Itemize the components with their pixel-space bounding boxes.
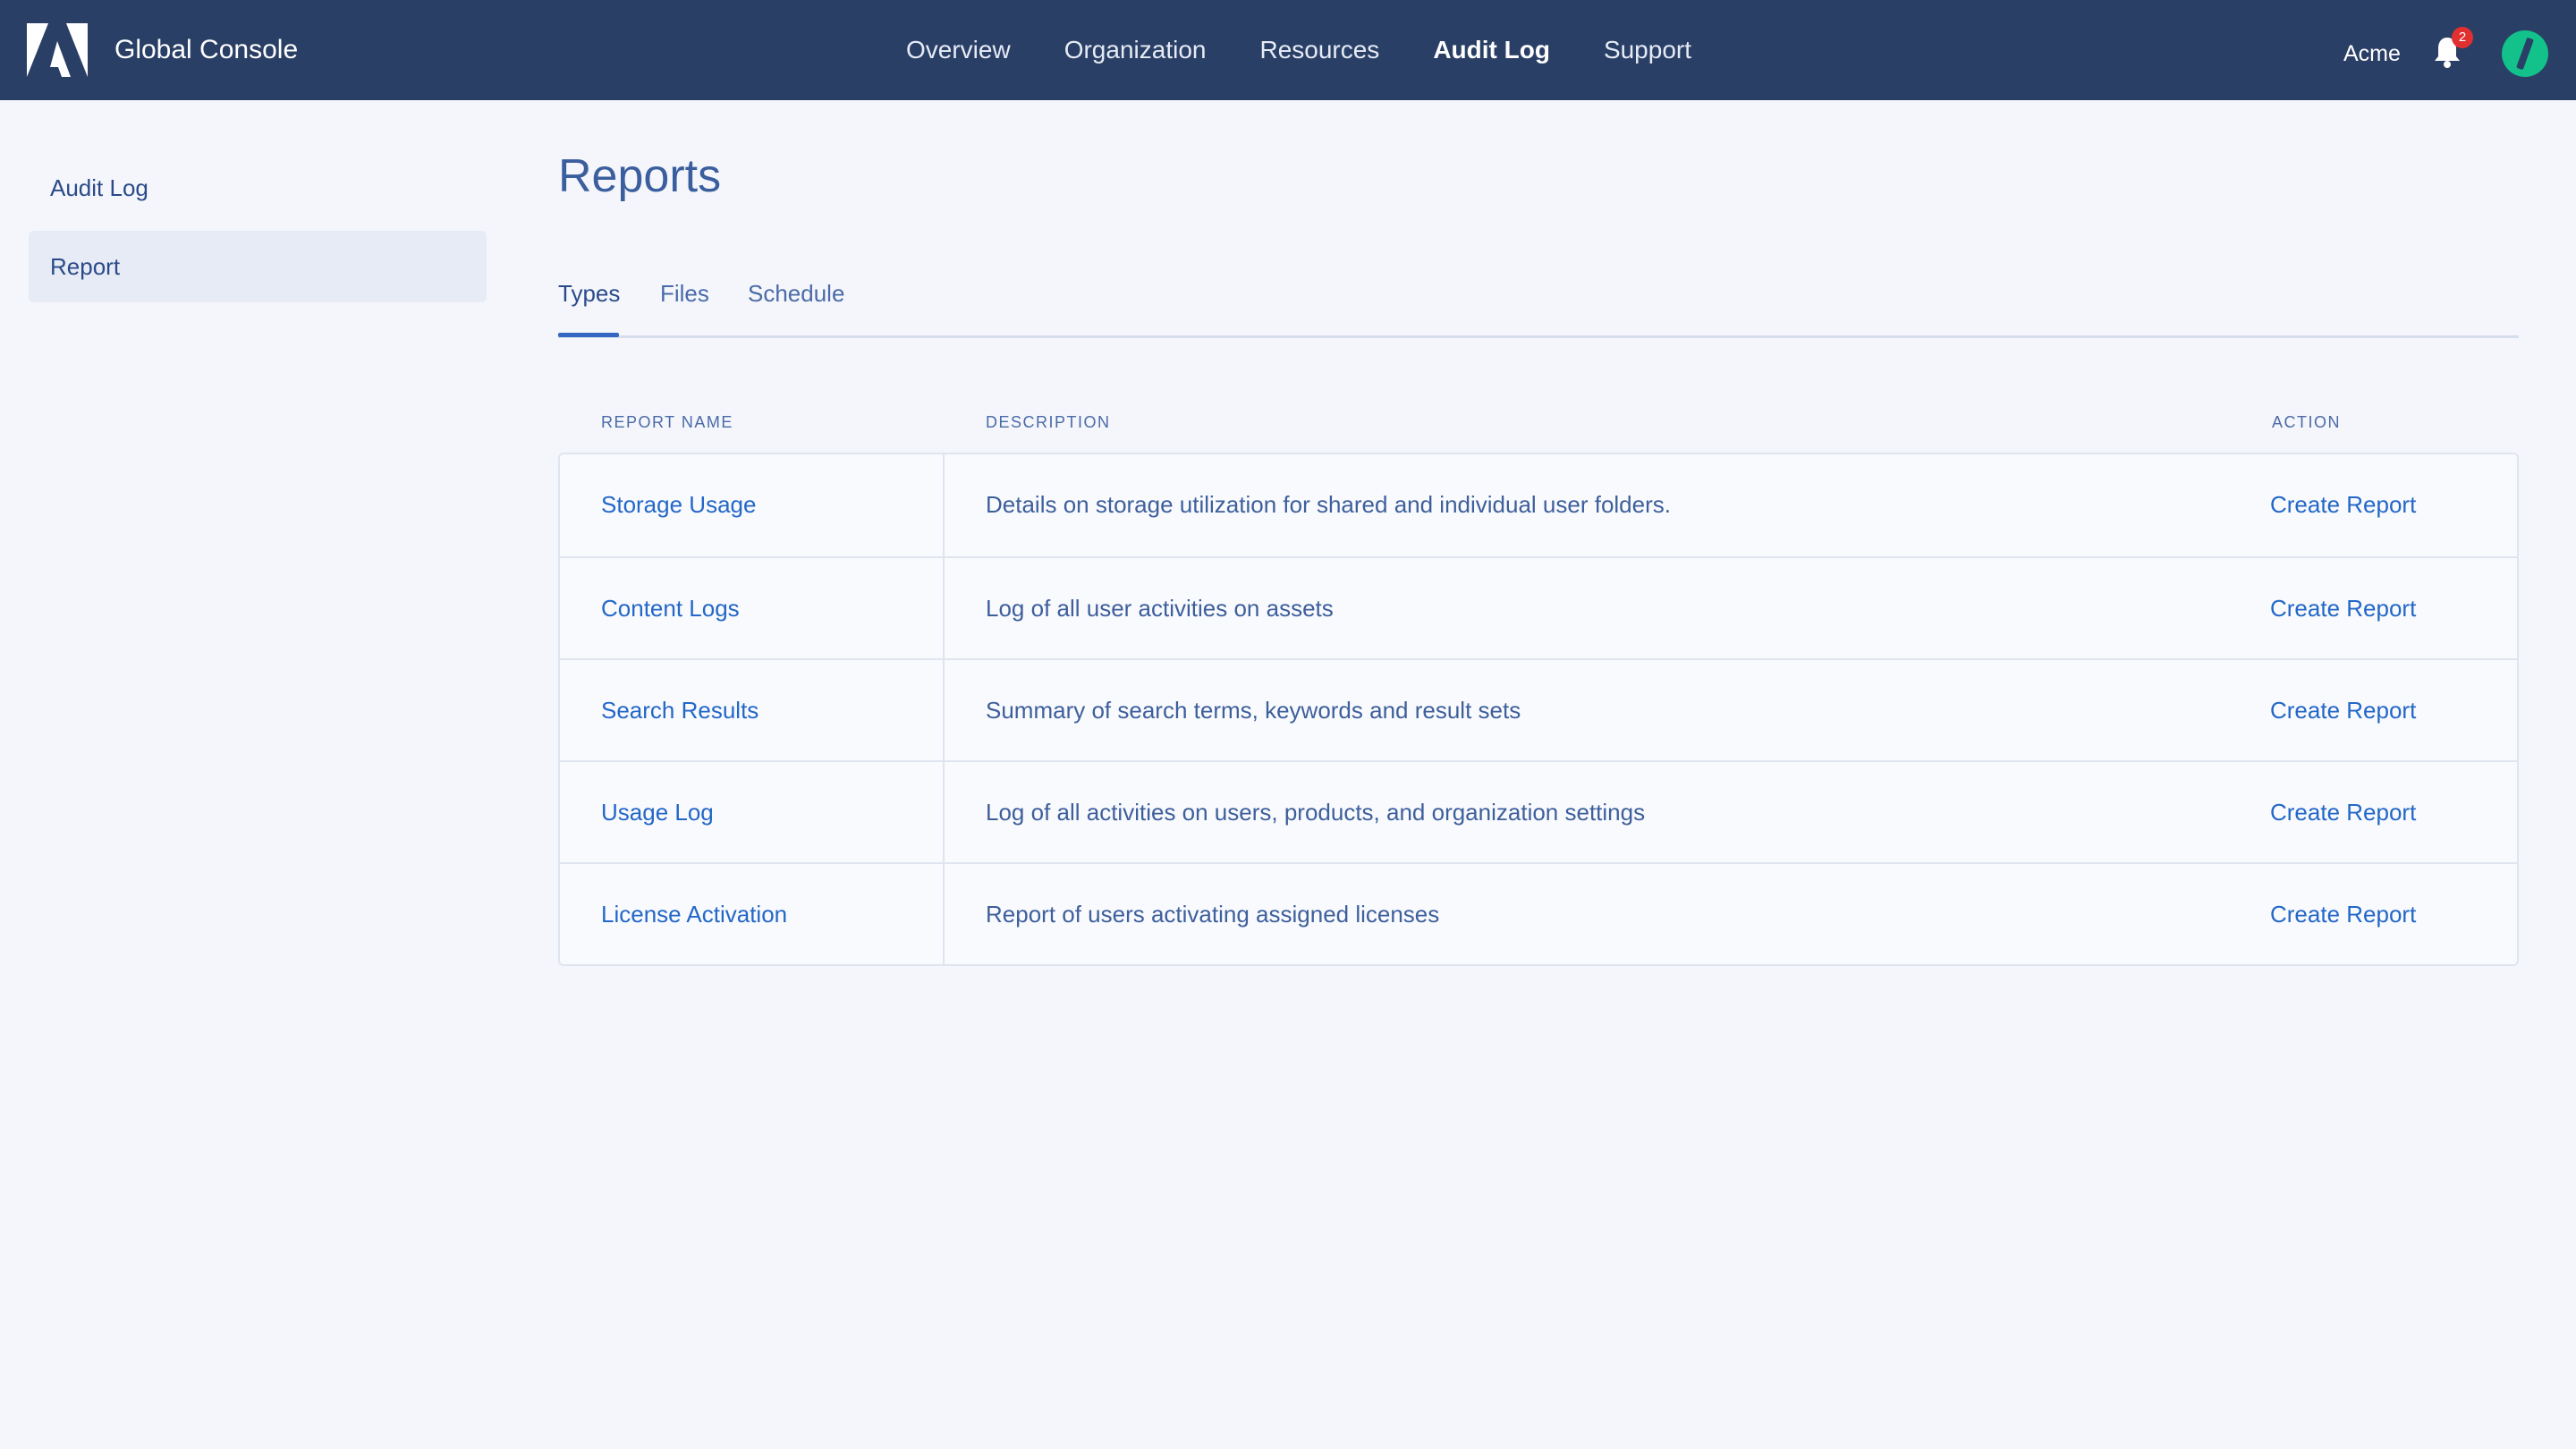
- app-title[interactable]: Global Console: [114, 32, 298, 68]
- nav-item-resources[interactable]: Resources: [1259, 32, 1379, 68]
- report-name-link[interactable]: License Activation: [601, 864, 787, 964]
- column-divider: [943, 762, 945, 862]
- report-description: Log of all user activities on assets: [986, 595, 1334, 622]
- sidebar-item-audit-log[interactable]: Audit Log: [29, 152, 487, 224]
- nav-item-support[interactable]: Support: [1604, 32, 1691, 68]
- tab-bar: Types Files Schedule: [558, 268, 2519, 338]
- report-description: Log of all activities on users, products…: [986, 799, 1646, 826]
- report-description: Summary of search terms, keywords and re…: [986, 697, 1521, 724]
- nav-item-organization[interactable]: Organization: [1064, 32, 1207, 68]
- column-divider: [943, 660, 945, 760]
- sidebar-item-report[interactable]: Report: [29, 231, 487, 302]
- column-divider: [943, 558, 945, 658]
- column-header-action: ACTION: [2272, 413, 2342, 431]
- table-header: REPORT NAME DESCRIPTION ACTION: [558, 404, 2519, 440]
- tab-types[interactable]: Types: [558, 277, 620, 309]
- create-report-button[interactable]: Create Report: [2270, 762, 2416, 862]
- table-row: Content Logs Log of all user activities …: [560, 556, 2517, 658]
- nav-item-overview[interactable]: Overview: [906, 32, 1011, 68]
- table-row: Usage Log Log of all activities on users…: [560, 760, 2517, 862]
- page-title: Reports: [558, 150, 722, 202]
- column-header-description: DESCRIPTION: [986, 413, 1111, 431]
- column-divider: [943, 864, 945, 964]
- reports-table: Storage Usage Details on storage utiliza…: [558, 453, 2519, 966]
- table-row: License Activation Report of users activ…: [560, 862, 2517, 964]
- table-row: Search Results Summary of search terms, …: [560, 658, 2517, 760]
- create-report-button[interactable]: Create Report: [2270, 864, 2416, 964]
- tab-schedule[interactable]: Schedule: [748, 277, 844, 309]
- table-row: Storage Usage Details on storage utiliza…: [560, 454, 2517, 556]
- active-tab-indicator: [558, 333, 619, 337]
- top-bar: Global Console Overview Organization Res…: [0, 0, 2576, 100]
- create-report-button[interactable]: Create Report: [2270, 660, 2416, 760]
- adobe-logo-icon[interactable]: [27, 23, 88, 77]
- column-divider: [943, 454, 945, 556]
- tab-files[interactable]: Files: [660, 277, 709, 309]
- create-report-button[interactable]: Create Report: [2270, 454, 2416, 555]
- report-name-link[interactable]: Storage Usage: [601, 454, 756, 555]
- report-name-link[interactable]: Usage Log: [601, 762, 714, 862]
- create-report-button[interactable]: Create Report: [2270, 558, 2416, 658]
- report-name-link[interactable]: Content Logs: [601, 558, 740, 658]
- column-header-report-name: REPORT NAME: [601, 413, 733, 431]
- main-nav: Overview Organization Resources Audit Lo…: [906, 32, 1691, 68]
- nav-item-audit-log[interactable]: Audit Log: [1433, 32, 1550, 68]
- report-description: Report of users activating assigned lice…: [986, 901, 1440, 928]
- avatar-icon[interactable]: [2502, 30, 2548, 77]
- sidebar: Audit Log Report: [29, 152, 487, 302]
- avatar-mark: [2516, 37, 2534, 71]
- report-name-link[interactable]: Search Results: [601, 660, 758, 760]
- org-switcher[interactable]: Acme: [2343, 36, 2401, 72]
- notification-badge: 2: [2452, 27, 2473, 48]
- report-description: Details on storage utilization for share…: [986, 491, 1671, 518]
